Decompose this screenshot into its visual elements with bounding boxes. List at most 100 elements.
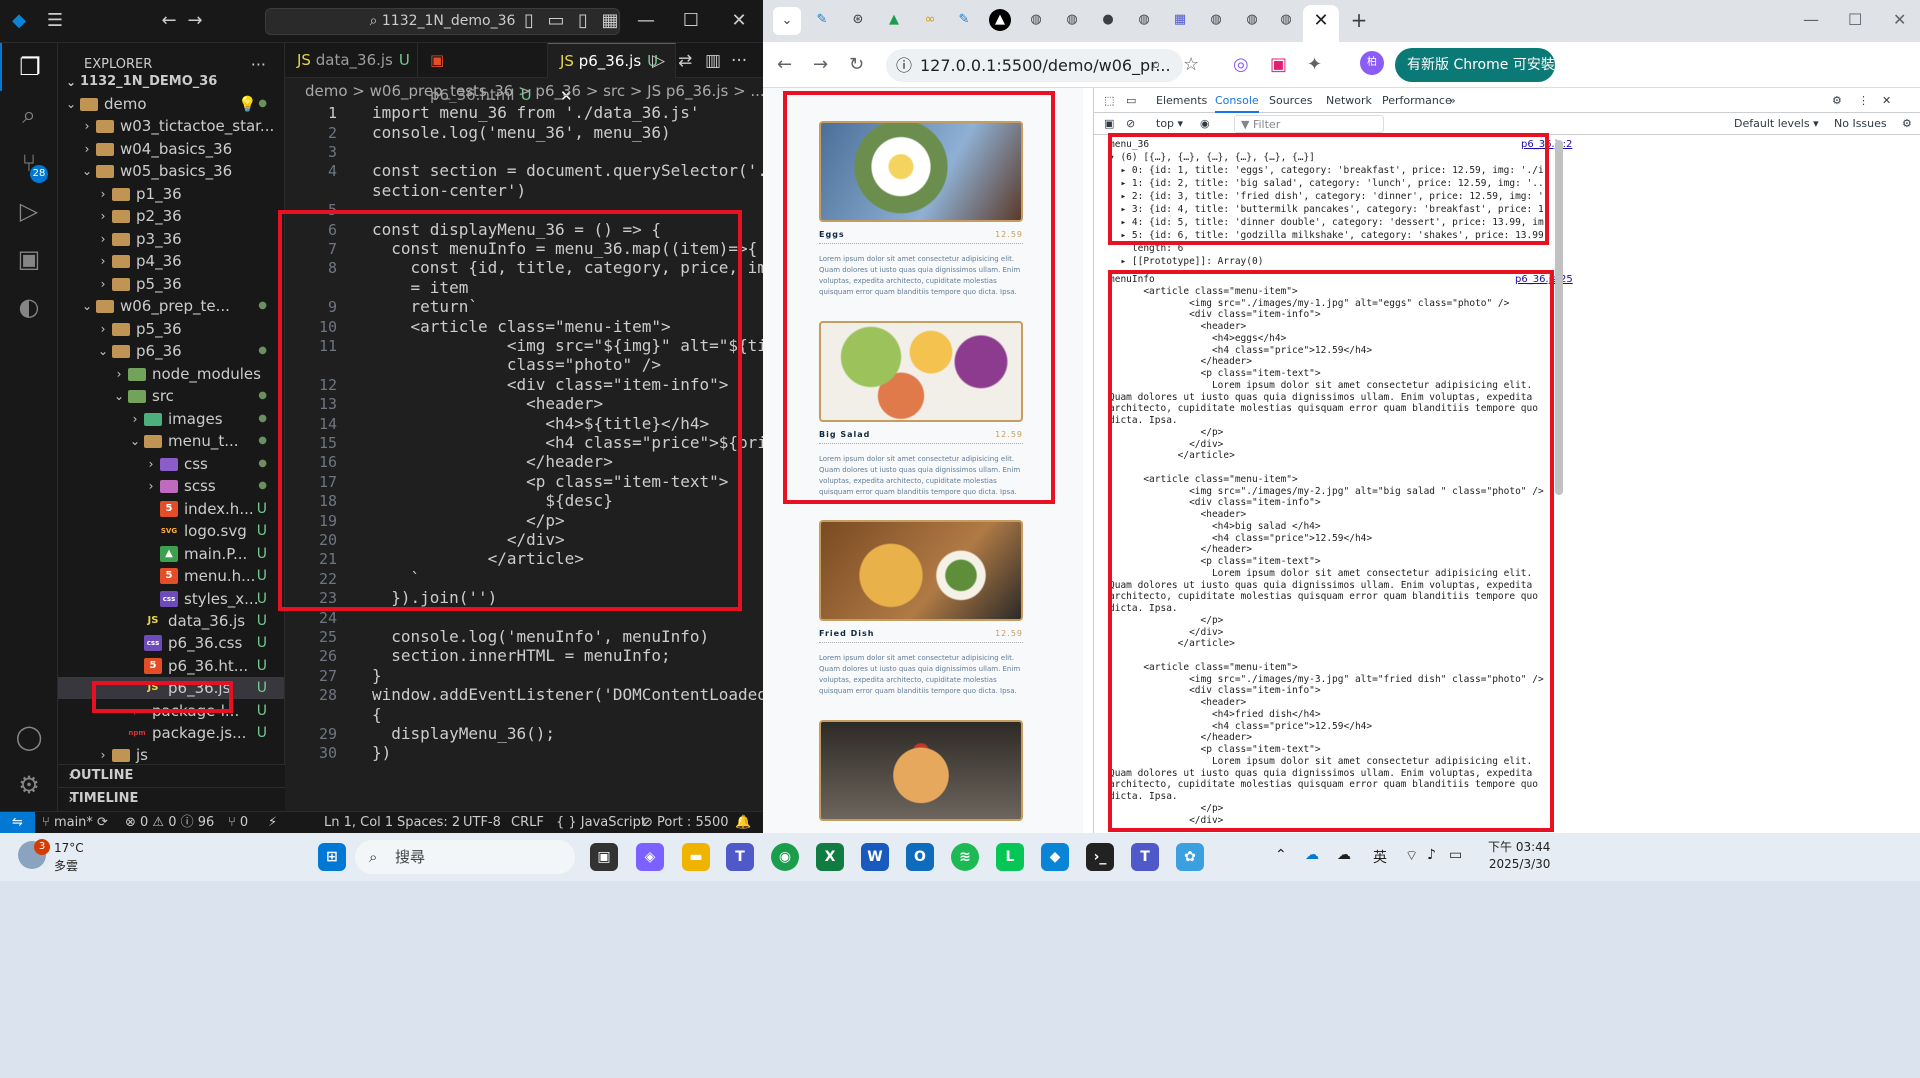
status-encoding[interactable]: UTF-8 bbox=[463, 812, 501, 834]
toggle-sidebar-icon[interactable]: ▯ bbox=[518, 10, 540, 32]
console-filter-input[interactable]: ▼ Filter bbox=[1234, 115, 1384, 133]
zoom-icon[interactable]: ⌕ bbox=[1151, 54, 1161, 75]
tree-folder[interactable]: › node_modules bbox=[58, 363, 284, 385]
tab-favicon-icon[interactable]: ∞ bbox=[919, 9, 941, 31]
tree-folder[interactable]: › scss ● bbox=[58, 475, 284, 497]
tab-sources[interactable]: Sources bbox=[1269, 88, 1313, 113]
tab-favicon-icon[interactable]: ◍ bbox=[1241, 9, 1263, 31]
console-scrollbar-thumb[interactable] bbox=[1555, 140, 1563, 495]
toggle-panel-icon[interactable]: ▭ bbox=[545, 10, 567, 32]
tree-folder[interactable]: ⌄ src ● bbox=[58, 385, 284, 407]
tree-folder[interactable]: › w03_tictactoe_star... bbox=[58, 115, 284, 137]
tree-folder[interactable]: › w04_basics_36 bbox=[58, 138, 284, 160]
maximize-icon[interactable]: ☐ bbox=[680, 10, 702, 32]
account-icon[interactable]: ◯ bbox=[0, 713, 58, 761]
new-tab-icon[interactable]: + bbox=[1348, 9, 1370, 31]
remote-indicator-icon[interactable]: ⇋ bbox=[0, 812, 35, 834]
address-bar[interactable]: ⓘ 127.0.0.1:5500/demo/w06_pr... bbox=[886, 49, 1183, 82]
tree-file[interactable]: SVG logo.svg U bbox=[58, 520, 284, 542]
tree-folder[interactable]: › css ● bbox=[58, 453, 284, 475]
extensions-puzzle-icon[interactable]: ✦ bbox=[1307, 54, 1322, 75]
tab-favicon-icon[interactable]: ▦ bbox=[1169, 9, 1191, 31]
layout-icon[interactable]: ▦ bbox=[599, 10, 621, 32]
minimize-icon[interactable]: — bbox=[635, 10, 657, 32]
devtools-menu-icon[interactable]: ⋮ bbox=[1858, 88, 1869, 113]
tab-favicon-icon[interactable]: ◍ bbox=[1025, 9, 1047, 31]
tree-folder[interactable]: › js bbox=[58, 744, 284, 766]
back-icon[interactable]: ← bbox=[777, 54, 792, 75]
tab-performance[interactable]: Performance bbox=[1382, 88, 1452, 113]
copilot-icon[interactable]: ◈ bbox=[636, 843, 664, 871]
outline-section[interactable]: › OUTLINE bbox=[58, 764, 285, 786]
wifi-icon[interactable]: ⌔ bbox=[1405, 847, 1418, 865]
context-select[interactable]: top ▾ bbox=[1156, 113, 1183, 135]
tree-folder[interactable]: › p5_36 bbox=[58, 273, 284, 295]
explorer-icon[interactable]: ❐ bbox=[0, 43, 58, 91]
console-line[interactable]: ▸ [[Prototype]]: Array(0) bbox=[1109, 256, 1263, 268]
update-chrome-button[interactable]: 有新版 Chrome 可安裝 ⋮ bbox=[1395, 48, 1555, 107]
excel-icon[interactable]: X bbox=[816, 843, 844, 871]
status-eol[interactable]: CRLF bbox=[511, 812, 544, 834]
tab-favicon-icon[interactable]: ✎ bbox=[953, 9, 975, 31]
chevron-up-icon[interactable]: ⌃ bbox=[1275, 847, 1287, 863]
tab-favicon-icon[interactable]: ◍ bbox=[1275, 9, 1297, 31]
remote-icon[interactable]: ◐ bbox=[0, 283, 58, 331]
reload-icon[interactable]: ↻ bbox=[849, 54, 864, 75]
devtools-settings-icon[interactable]: ⚙ bbox=[1832, 88, 1842, 113]
site-info-icon[interactable]: ⓘ bbox=[896, 49, 912, 82]
sidebar-toggle-icon[interactable]: ▣ bbox=[1104, 113, 1114, 135]
tree-file[interactable]: npm package.js... U bbox=[58, 722, 284, 744]
taskbar-search[interactable]: ⌕ 搜尋 bbox=[355, 840, 575, 874]
notifications-bell-icon[interactable]: 🔔 bbox=[735, 812, 751, 834]
tree-folder[interactable]: › p2_36 bbox=[58, 205, 284, 227]
tab-favicon-icon[interactable]: ◍ bbox=[1205, 9, 1227, 31]
tree-file[interactable]: 5 menu.h... U bbox=[58, 565, 284, 587]
tab-favicon-icon[interactable]: ✎ bbox=[811, 9, 833, 31]
issues-label[interactable]: No Issues bbox=[1834, 113, 1887, 135]
forward-icon[interactable]: → bbox=[813, 54, 828, 75]
maximize-icon[interactable]: ☐ bbox=[1848, 10, 1862, 29]
status-branch[interactable]: ⑂ main* ⟳ bbox=[42, 812, 108, 834]
tree-folder[interactable]: › p4_36 bbox=[58, 250, 284, 272]
active-tab-close-icon[interactable]: ✕ bbox=[1303, 5, 1339, 42]
compare-icon[interactable]: ⇄ bbox=[678, 51, 692, 71]
tab-elements[interactable]: Elements bbox=[1156, 88, 1207, 113]
ime-indicator[interactable]: 英 bbox=[1373, 847, 1387, 867]
tree-folder[interactable]: › images ● bbox=[58, 408, 284, 430]
volume-icon[interactable]: ♪ bbox=[1427, 847, 1436, 863]
menu-icon[interactable]: ☰ bbox=[44, 10, 66, 32]
inspect-icon[interactable]: ⬚ bbox=[1104, 88, 1114, 113]
source-control-icon[interactable]: ⑂ 28 bbox=[0, 139, 58, 187]
spotify-icon[interactable]: ≋ bbox=[951, 843, 979, 871]
tree-file[interactable]: JS data_36.js U bbox=[58, 610, 284, 632]
run-file-icon[interactable]: ▷ bbox=[652, 51, 665, 71]
vscode-icon[interactable]: ◆ bbox=[1041, 843, 1069, 871]
tree-folder[interactable]: ⌄ menu_t... ● bbox=[58, 430, 284, 452]
status-problems[interactable]: ⊗ 0 ⚠ 0 ⓘ 96 bbox=[125, 812, 214, 834]
forward-icon[interactable]: → bbox=[184, 10, 206, 32]
tab-data-36-js[interactable]: JS data_36.js U bbox=[285, 43, 418, 78]
profile-avatar[interactable]: 柏 bbox=[1360, 51, 1384, 75]
tree-folder[interactable]: ⌄ p6_36 ● bbox=[58, 340, 284, 362]
tree-folder[interactable]: › p5_36 bbox=[58, 318, 284, 340]
tab-network[interactable]: Network bbox=[1326, 88, 1372, 113]
tree-folder[interactable]: ⌄ w06_prep_te... ● bbox=[58, 295, 284, 317]
onedrive-icon[interactable]: ☁ bbox=[1305, 847, 1319, 863]
file-explorer-icon[interactable]: ▬ bbox=[682, 843, 710, 871]
log-levels-select[interactable]: Default levels ▾ bbox=[1734, 113, 1819, 135]
extension-icon[interactable]: ◎ bbox=[1233, 54, 1249, 75]
tree-file[interactable]: 5 index.h... U bbox=[58, 498, 284, 520]
eye-icon[interactable]: ◉ bbox=[1200, 113, 1210, 135]
tree-file[interactable]: css p6_36.css U bbox=[58, 632, 284, 654]
status-language[interactable]: { } JavaScript bbox=[556, 812, 646, 834]
status-spaces[interactable]: Spaces: 2 bbox=[397, 812, 460, 834]
devtools-close-icon[interactable]: ✕ bbox=[1882, 88, 1891, 113]
clear-console-icon[interactable]: ⊘ bbox=[1126, 113, 1135, 135]
tab-favicon-icon[interactable]: ▲ bbox=[989, 9, 1011, 31]
status-ports[interactable]: ⑂ 0 bbox=[228, 812, 248, 834]
tab-favicon-icon[interactable]: ◍ bbox=[1061, 9, 1083, 31]
close-icon[interactable]: ✕ bbox=[1893, 10, 1906, 29]
battery-icon[interactable]: ▭ bbox=[1449, 847, 1462, 863]
tab-favicon-icon[interactable]: ● bbox=[1097, 9, 1119, 31]
tree-file[interactable]: css styles_x... U bbox=[58, 588, 284, 610]
